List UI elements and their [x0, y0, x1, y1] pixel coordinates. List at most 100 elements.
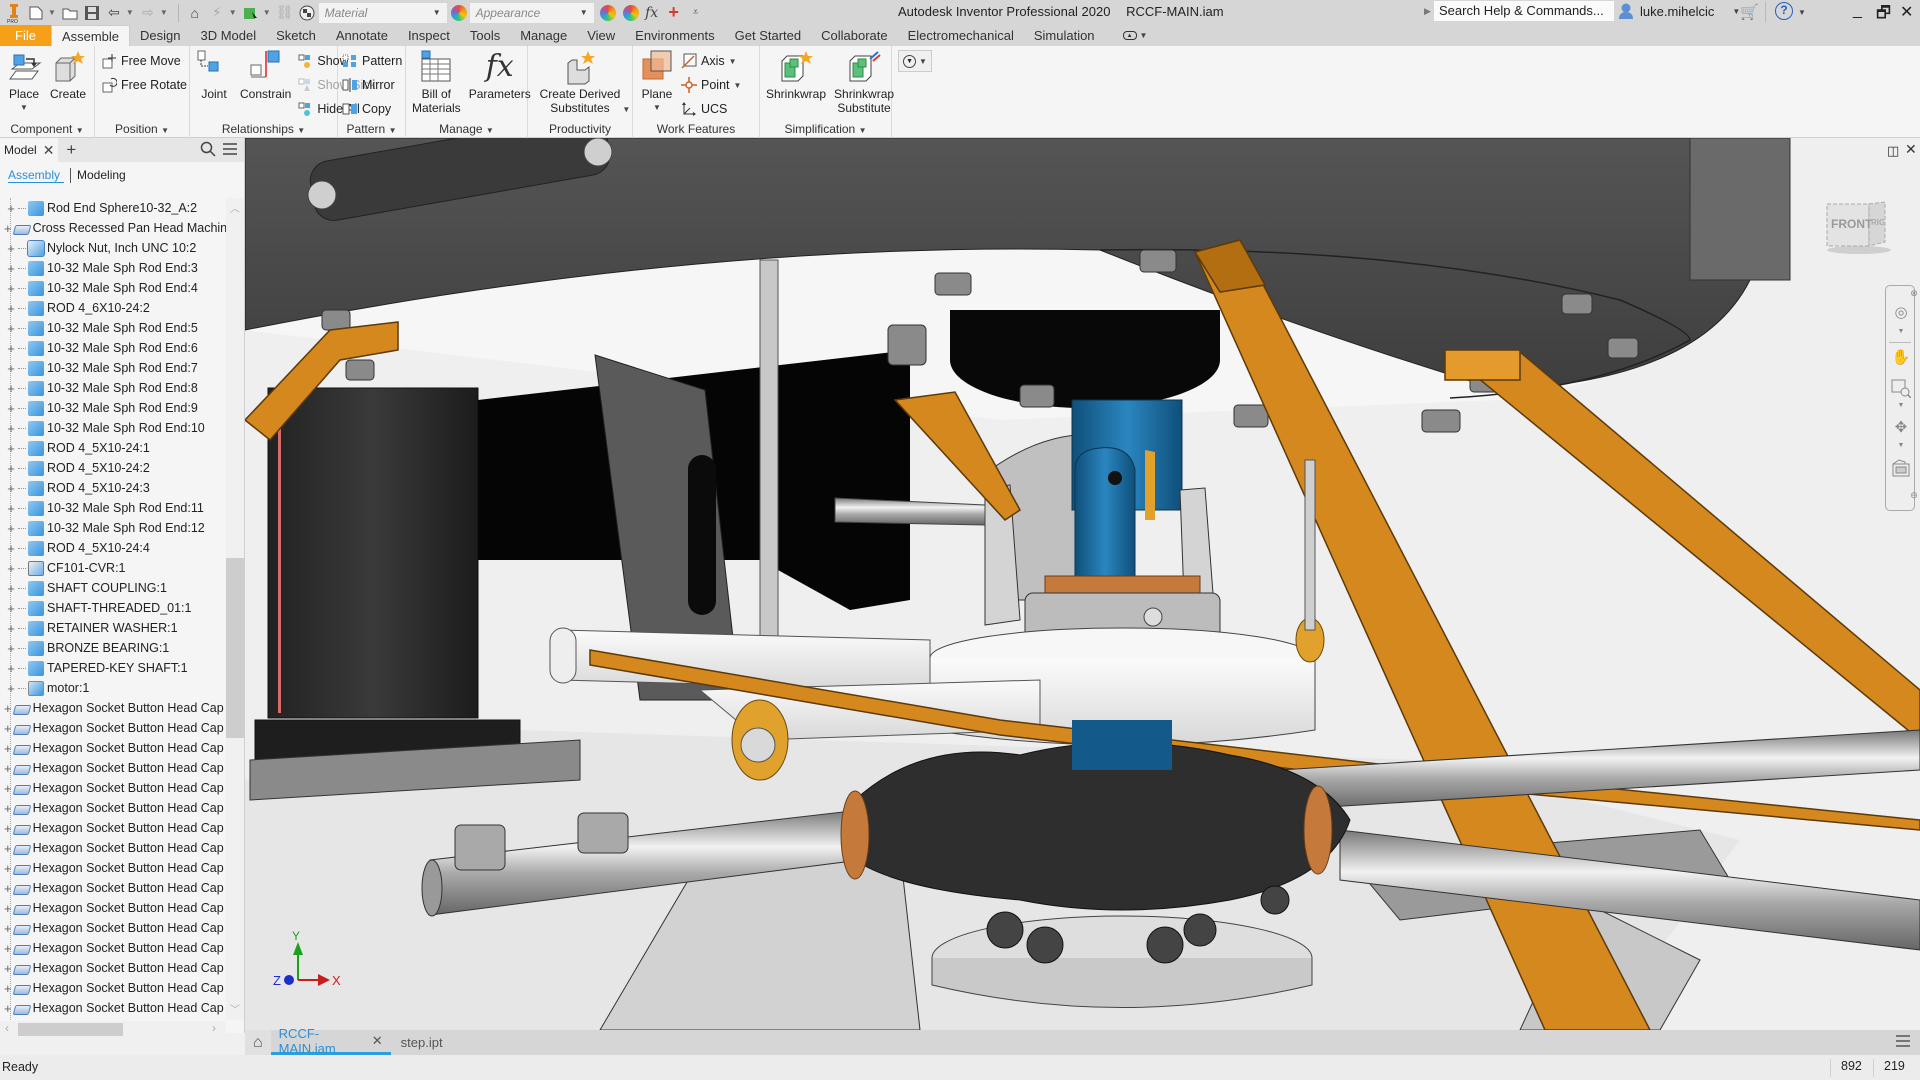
expand-icon[interactable]: +: [4, 461, 18, 476]
scroll-left-icon[interactable]: ‹: [5, 1021, 9, 1035]
expand-icon[interactable]: +: [4, 521, 18, 536]
adjust-appearance-icon[interactable]: [599, 4, 616, 21]
tree-item[interactable]: + ROD 4_6X10-24:2: [0, 298, 226, 318]
minimize-button[interactable]: _: [1853, 2, 1862, 20]
update-icon[interactable]: ⚡: [207, 4, 227, 22]
tab-manage[interactable]: Manage: [510, 25, 577, 46]
group-label[interactable]: Simplification ▼: [760, 120, 891, 138]
expand-icon[interactable]: +: [4, 221, 12, 236]
tab-file[interactable]: File: [0, 25, 51, 46]
expand-icon[interactable]: +: [4, 541, 18, 556]
tree-horizontal-scrollbar[interactable]: ‹ ›: [0, 1021, 226, 1038]
tree-item[interactable]: + ROD 4_5X10-24:2: [0, 458, 226, 478]
doc-tab-rccf-main[interactable]: RCCF-MAIN.iam ✕: [270, 1026, 391, 1056]
tab-tools[interactable]: Tools: [460, 25, 510, 46]
expand-icon[interactable]: +: [4, 381, 18, 396]
redo-dropdown-icon[interactable]: ▼: [160, 8, 168, 17]
clear-appearance-icon[interactable]: [622, 4, 639, 21]
home-tab[interactable]: ⌂: [245, 1030, 271, 1055]
expand-icon[interactable]: +: [4, 241, 18, 256]
tree-item[interactable]: + motor:1: [0, 678, 226, 698]
tree-item[interactable]: +10-32 Male Sph Rod End:6: [0, 338, 226, 358]
close-icon[interactable]: ✕: [43, 142, 55, 159]
tree-item[interactable]: + Nylock Nut, Inch UNC 10:2: [0, 238, 226, 258]
scroll-up-icon[interactable]: ︿: [230, 200, 240, 215]
tree-item[interactable]: + Hexagon Socket Button Head Cap Scre: [0, 698, 226, 718]
expand-icon[interactable]: +: [4, 761, 12, 776]
expand-icon[interactable]: +: [4, 661, 18, 676]
bill-of-materials-button[interactable]: Bill of Materials: [410, 49, 463, 120]
tab-electromechanical[interactable]: Electromechanical: [898, 25, 1024, 46]
joint-button[interactable]: Joint: [194, 49, 234, 120]
expand-icon[interactable]: +: [4, 681, 18, 696]
tree-item[interactable]: + ROD 4_5X10-24:4: [0, 538, 226, 558]
expand-icon[interactable]: +: [4, 341, 18, 356]
expand-icon[interactable]: +: [4, 901, 12, 916]
tree-item[interactable]: + TAPERED-KEY SHAFT:1: [0, 658, 226, 678]
tree-item[interactable]: + Hexagon Socket Button Head Cap Scre: [0, 918, 226, 938]
tree-item[interactable]: + Hexagon Socket Button Head Cap Scre: [0, 858, 226, 878]
plane-button[interactable]: Plane ▼: [637, 49, 677, 120]
constrain-button[interactable]: Constrain: [238, 49, 293, 120]
zoom-window-icon[interactable]: [1891, 378, 1912, 399]
help-dropdown-icon[interactable]: ▼: [1798, 8, 1806, 17]
tree-item[interactable]: + SHAFT COUPLING:1: [0, 578, 226, 598]
search-help-input[interactable]: Search Help & Commands...: [1434, 1, 1614, 21]
tree-item[interactable]: + BRONZE BEARING:1: [0, 638, 226, 658]
expand-icon[interactable]: +: [4, 301, 18, 316]
tree-item[interactable]: + Hexagon Socket Button Head Cap Scre: [0, 778, 226, 798]
tab-get-started[interactable]: Get Started: [725, 25, 811, 46]
expand-icon[interactable]: +: [4, 401, 18, 416]
tree-item[interactable]: + CF101-CVR:1: [0, 558, 226, 578]
save-icon[interactable]: [82, 4, 102, 22]
tab-environments[interactable]: Environments: [625, 25, 724, 46]
document-menu-icon[interactable]: [1895, 1034, 1911, 1051]
expand-icon[interactable]: +: [4, 841, 12, 856]
expand-icon[interactable]: +: [4, 281, 18, 296]
viewcube[interactable]: FRONT RIGHT: [1823, 200, 1891, 254]
material-combo[interactable]: Material ▼: [318, 2, 447, 23]
tree-item[interactable]: + Hexagon Socket Button Head Cap Scre: [0, 738, 226, 758]
tree-item[interactable]: + Hexagon Socket Button Head Cap Scre: [0, 818, 226, 838]
expand-icon[interactable]: +: [4, 701, 12, 716]
tree-item[interactable]: + Hexagon Socket Button Head Cap Scre: [0, 878, 226, 898]
tree-item[interactable]: +10-32 Male Sph Rod End:3: [0, 258, 226, 278]
tree-item[interactable]: + Hexagon Socket Button Head Cap Scre: [0, 838, 226, 858]
tree-item[interactable]: + Cross Recessed Pan Head Machine Scr: [0, 218, 226, 238]
expand-icon[interactable]: +: [4, 961, 12, 976]
tab-assemble[interactable]: Assemble: [50, 25, 131, 46]
tree-item[interactable]: + Hexagon Socket Button Head Cap Scre: [0, 798, 226, 818]
tab-3d-model[interactable]: 3D Model: [191, 25, 267, 46]
close-tab-icon[interactable]: ✕: [372, 1033, 383, 1049]
expand-icon[interactable]: +: [4, 201, 18, 216]
expand-icon[interactable]: +: [4, 921, 12, 936]
group-label[interactable]: Component ▼: [0, 120, 94, 138]
new-file-icon[interactable]: [26, 4, 46, 22]
group-label[interactable]: Relationships ▼: [190, 120, 337, 138]
group-label[interactable]: Pattern ▼: [338, 120, 405, 138]
search-icon[interactable]: [200, 141, 216, 162]
expand-icon[interactable]: +: [4, 881, 12, 896]
tree-item[interactable]: + Hexagon Socket Button Head Cap Scre: [0, 958, 226, 978]
tree-item[interactable]: +10-32 Male Sph Rod End:8: [0, 378, 226, 398]
appearance-combo[interactable]: Appearance ▼: [469, 2, 594, 23]
update-dropdown-icon[interactable]: ▼: [229, 8, 237, 17]
tree-item[interactable]: +10-32 Male Sph Rod End:11: [0, 498, 226, 518]
expand-icon[interactable]: +: [4, 321, 18, 336]
redo-icon[interactable]: ⇨: [138, 4, 158, 22]
tree-item[interactable]: + Rod End Sphere10-32_A:2: [0, 198, 226, 218]
tab-inspect[interactable]: Inspect: [398, 25, 460, 46]
add-icon[interactable]: +: [664, 2, 684, 22]
axis-button[interactable]: Axis ▼: [681, 50, 741, 72]
scroll-down-icon[interactable]: ﹀: [230, 1001, 240, 1016]
copy-button[interactable]: Copy: [342, 98, 402, 120]
parameters-button[interactable]: fx Parameters: [467, 49, 533, 120]
expand-icon[interactable]: +: [4, 481, 18, 496]
tab-design[interactable]: Design: [130, 25, 190, 46]
free-move-button[interactable]: Free Move: [101, 50, 187, 72]
expand-icon[interactable]: +: [4, 421, 18, 436]
orbit-icon[interactable]: ✥: [1891, 418, 1911, 438]
tree-item[interactable]: + Hexagon Socket Button Head Cap Scre: [0, 978, 226, 998]
expand-icon[interactable]: +: [4, 621, 18, 636]
expand-icon[interactable]: +: [4, 361, 18, 376]
